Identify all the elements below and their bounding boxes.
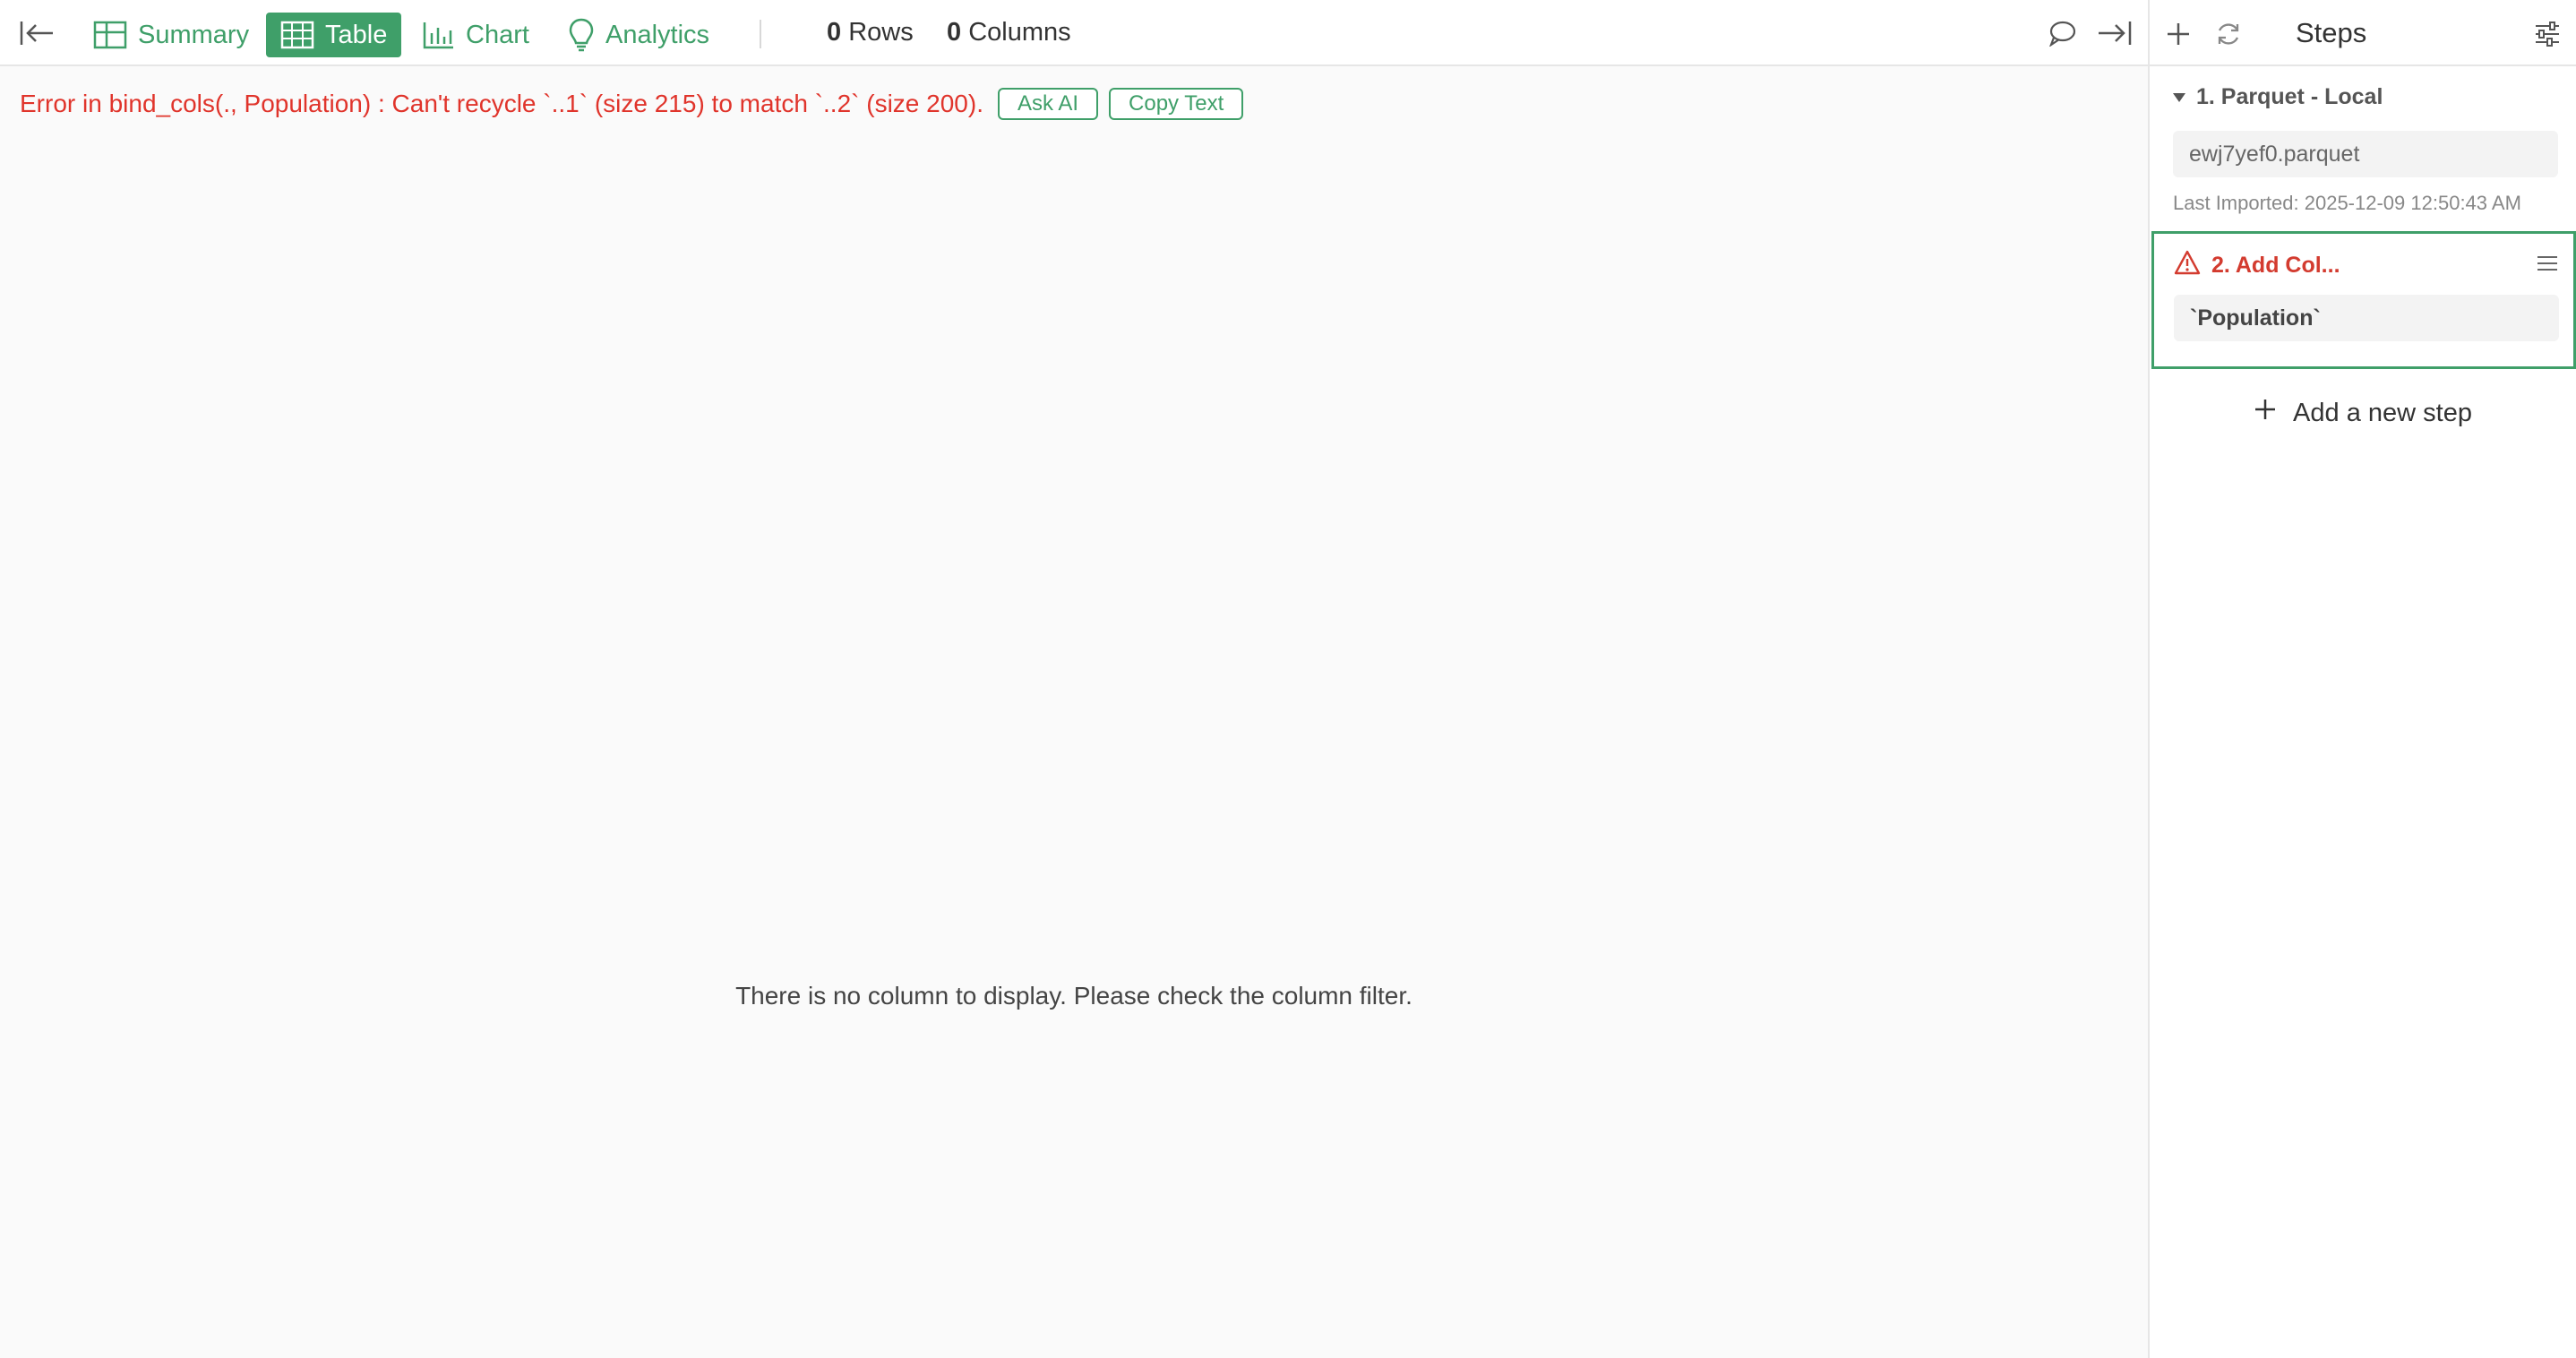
- bar-chart-icon: [423, 21, 455, 49]
- add-new-step-button[interactable]: Add a new step: [2150, 398, 2576, 428]
- refresh-icon[interactable]: [2211, 16, 2246, 52]
- step-1-header[interactable]: 1. Parquet - Local: [2173, 84, 2383, 110]
- tab-summary[interactable]: Summary: [79, 13, 263, 57]
- error-message: Error in bind_cols(., Population) : Can'…: [20, 90, 983, 117]
- tab-analytics-label: Analytics: [605, 20, 710, 49]
- lightbulb-icon: [568, 17, 595, 53]
- step-2-value[interactable]: `Population`: [2174, 295, 2559, 341]
- step-1-last-imported: Last Imported: 2025-12-09 12:50:43 AM: [2173, 192, 2521, 214]
- hamburger-menu-icon[interactable]: [2534, 250, 2561, 277]
- columns-count-value: 0: [947, 18, 962, 47]
- copy-text-button[interactable]: Copy Text: [1109, 88, 1244, 120]
- rows-count-label: Rows: [848, 18, 914, 47]
- step-2-card[interactable]: 2. Add Col... `Population`: [2151, 231, 2576, 369]
- plus-icon: [2254, 398, 2277, 428]
- comment-icon[interactable]: [2044, 14, 2082, 52]
- step-2-header[interactable]: 2. Add Col...: [2174, 250, 2340, 281]
- table-icon: [280, 21, 314, 49]
- caret-down-icon: [2173, 92, 2185, 102]
- collapse-right-icon[interactable]: [2096, 14, 2134, 52]
- step-1-title: 1. Parquet - Local: [2196, 84, 2383, 109]
- tab-analytics[interactable]: Analytics: [554, 13, 724, 57]
- top-toolbar: Summary Table Chart Analytics 0 Rows 0 C…: [0, 0, 2148, 66]
- rows-count-value: 0: [827, 18, 842, 47]
- add-new-step-label: Add a new step: [2293, 398, 2472, 427]
- tab-chart[interactable]: Chart: [408, 13, 544, 57]
- step-2-title: 2. Add Col...: [2211, 253, 2340, 278]
- steps-title: Steps: [2296, 17, 2367, 48]
- steps-header: Steps: [2150, 0, 2576, 66]
- columns-count-label: Columns: [968, 18, 1071, 47]
- tab-summary-label: Summary: [138, 20, 250, 49]
- settings-sliders-icon[interactable]: [2529, 16, 2565, 52]
- step-1-file[interactable]: ewj7yef0.parquet: [2173, 131, 2558, 177]
- collapse-left-icon[interactable]: [18, 14, 56, 52]
- warning-icon: [2174, 250, 2201, 281]
- columns-count: 0 Columns: [947, 18, 1071, 47]
- grid-icon: [93, 21, 127, 49]
- add-icon[interactable]: [2160, 16, 2196, 52]
- toolbar-divider: [760, 20, 761, 48]
- steps-panel: Steps 1. Parquet - Local ewj7yef0.parque…: [2148, 0, 2576, 1358]
- tab-table[interactable]: Table: [266, 13, 402, 57]
- ask-ai-button[interactable]: Ask AI: [997, 88, 1099, 120]
- rows-count: 0 Rows: [827, 18, 914, 47]
- empty-table-message: There is no column to display. Please ch…: [735, 982, 1413, 1010]
- tab-table-label: Table: [325, 20, 388, 49]
- tab-chart-label: Chart: [466, 20, 529, 49]
- error-banner: Error in bind_cols(., Population) : Can'…: [20, 82, 1244, 125]
